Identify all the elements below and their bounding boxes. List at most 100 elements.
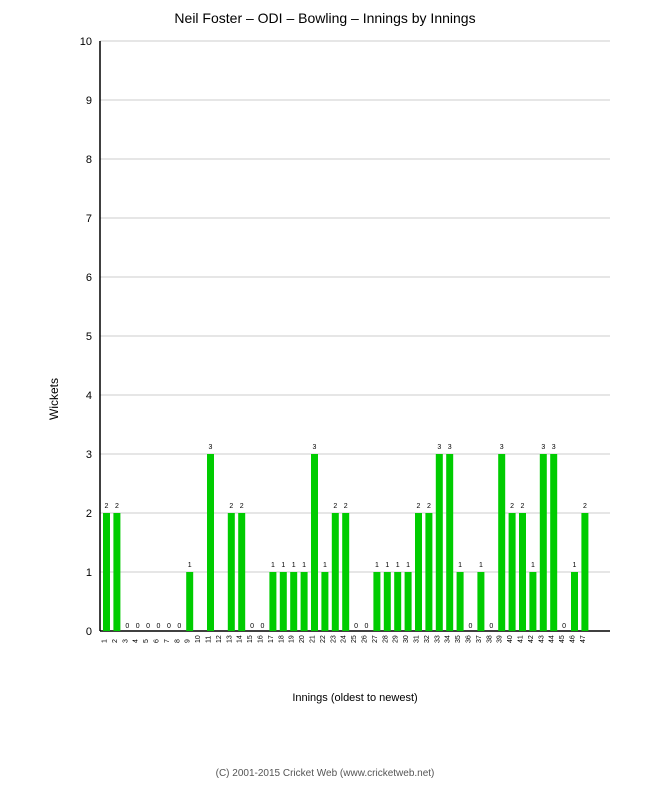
svg-text:19: 19: [289, 635, 296, 643]
svg-text:6: 6: [154, 639, 161, 643]
svg-text:1: 1: [292, 562, 296, 569]
svg-text:40: 40: [507, 635, 514, 643]
svg-text:32: 32: [424, 635, 431, 643]
svg-text:2: 2: [105, 503, 109, 510]
svg-text:45: 45: [559, 635, 566, 643]
svg-text:3: 3: [86, 449, 92, 461]
svg-text:2: 2: [229, 503, 233, 510]
svg-text:42: 42: [528, 635, 535, 643]
svg-text:28: 28: [382, 635, 389, 643]
svg-text:2: 2: [510, 503, 514, 510]
svg-text:36: 36: [466, 635, 473, 643]
svg-text:6: 6: [86, 272, 92, 284]
svg-text:0: 0: [157, 623, 161, 630]
svg-text:1: 1: [458, 562, 462, 569]
svg-text:1: 1: [281, 562, 285, 569]
svg-text:2: 2: [344, 503, 348, 510]
svg-text:0: 0: [146, 623, 150, 630]
svg-text:5: 5: [86, 331, 92, 343]
svg-text:7: 7: [164, 639, 171, 643]
svg-text:12: 12: [216, 635, 223, 643]
svg-text:35: 35: [455, 635, 462, 643]
svg-text:8: 8: [174, 639, 181, 643]
svg-text:38: 38: [486, 635, 493, 643]
svg-text:0: 0: [125, 623, 129, 630]
svg-text:2: 2: [86, 508, 92, 520]
svg-text:2: 2: [583, 503, 587, 510]
svg-text:1: 1: [188, 562, 192, 569]
svg-text:22: 22: [320, 635, 327, 643]
svg-text:11: 11: [206, 636, 213, 643]
svg-text:2: 2: [427, 503, 431, 510]
svg-text:9: 9: [185, 639, 192, 643]
svg-text:0: 0: [365, 623, 369, 630]
svg-text:4: 4: [86, 390, 92, 402]
svg-text:1: 1: [396, 562, 400, 569]
svg-text:3: 3: [448, 444, 452, 451]
svg-text:3: 3: [437, 444, 441, 451]
svg-text:0: 0: [167, 623, 171, 630]
svg-text:41: 41: [518, 635, 525, 643]
svg-text:8: 8: [86, 154, 92, 166]
svg-text:2: 2: [333, 503, 337, 510]
svg-text:1: 1: [375, 562, 379, 569]
svg-text:1: 1: [406, 562, 410, 569]
svg-text:1: 1: [479, 562, 483, 569]
svg-text:10: 10: [195, 635, 202, 643]
copyright-text: (C) 2001-2015 Cricket Web (www.cricketwe…: [216, 768, 435, 779]
chart-svg: 0 1 2 3 4 5 6: [60, 31, 620, 711]
svg-text:7: 7: [86, 213, 92, 225]
chart-title: Neil Foster – ODI – Bowling – Innings by…: [174, 10, 475, 26]
svg-text:17: 17: [268, 635, 275, 643]
svg-text:29: 29: [393, 635, 400, 643]
svg-text:31: 31: [414, 635, 421, 643]
svg-text:0: 0: [489, 623, 493, 630]
svg-text:1: 1: [102, 639, 109, 643]
svg-text:2: 2: [112, 639, 119, 643]
y-axis-title: Wickets: [47, 378, 61, 420]
svg-text:3: 3: [541, 444, 545, 451]
svg-text:43: 43: [538, 635, 545, 643]
svg-text:46: 46: [570, 635, 577, 643]
svg-text:15: 15: [247, 635, 254, 643]
svg-text:2: 2: [417, 503, 421, 510]
svg-text:0: 0: [469, 623, 473, 630]
svg-text:2: 2: [115, 503, 119, 510]
svg-text:16: 16: [258, 635, 265, 643]
svg-text:1: 1: [385, 562, 389, 569]
svg-text:24: 24: [341, 635, 348, 643]
svg-text:13: 13: [226, 635, 233, 643]
svg-text:5: 5: [143, 639, 150, 643]
svg-text:2: 2: [240, 503, 244, 510]
svg-text:39: 39: [497, 635, 504, 643]
svg-text:37: 37: [476, 635, 483, 643]
svg-text:0: 0: [136, 623, 140, 630]
svg-text:27: 27: [372, 635, 379, 643]
svg-text:0: 0: [354, 623, 358, 630]
svg-text:26: 26: [362, 635, 369, 643]
svg-text:1: 1: [86, 567, 92, 579]
svg-text:4: 4: [133, 639, 140, 643]
svg-text:1: 1: [323, 562, 327, 569]
svg-text:20: 20: [299, 635, 306, 643]
svg-text:1: 1: [271, 562, 275, 569]
svg-text:47: 47: [580, 635, 587, 643]
svg-text:21: 21: [310, 635, 317, 643]
svg-text:2: 2: [521, 503, 525, 510]
svg-text:1: 1: [302, 562, 306, 569]
svg-text:3: 3: [313, 444, 317, 451]
chart-container: Neil Foster – ODI – Bowling – Innings by…: [0, 0, 650, 800]
svg-text:10: 10: [80, 36, 92, 48]
svg-text:0: 0: [261, 623, 265, 630]
svg-text:3: 3: [122, 639, 129, 643]
svg-text:9: 9: [86, 95, 92, 107]
svg-text:3: 3: [552, 444, 556, 451]
svg-text:3: 3: [500, 444, 504, 451]
svg-text:0: 0: [562, 623, 566, 630]
svg-text:Innings (oldest to newest): Innings (oldest to newest): [292, 692, 417, 704]
svg-text:25: 25: [351, 635, 358, 643]
svg-text:30: 30: [403, 635, 410, 643]
svg-text:23: 23: [330, 635, 337, 643]
svg-text:3: 3: [209, 444, 213, 451]
svg-text:18: 18: [278, 635, 285, 643]
